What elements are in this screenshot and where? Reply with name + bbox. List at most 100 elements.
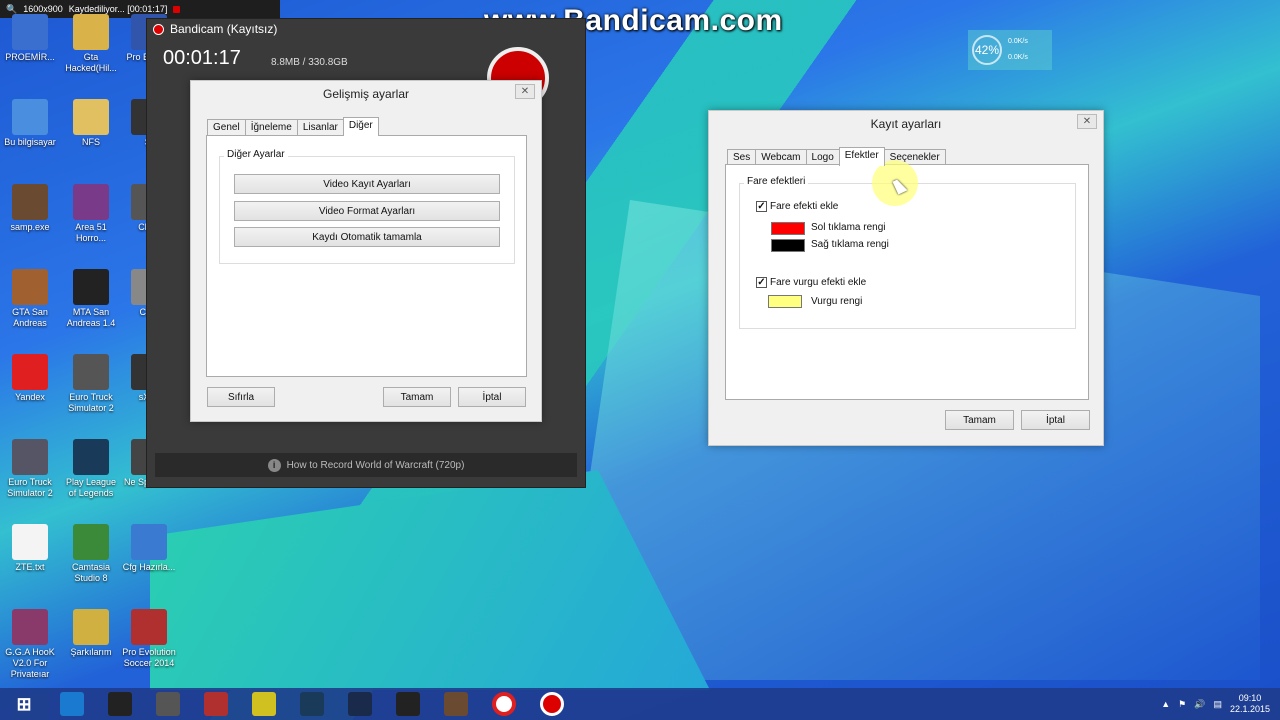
folder-icon: [73, 14, 109, 50]
taskbar-button[interactable]: [336, 688, 384, 720]
desktop-icon[interactable]: samp.exe: [1, 184, 59, 233]
clock[interactable]: 09:10 22.1.2015: [1230, 693, 1270, 715]
taskbar-button[interactable]: [384, 688, 432, 720]
group-label: Fare efektleri: [744, 176, 809, 187]
desktop-icon[interactable]: GTA San Andreas: [1, 269, 59, 329]
gta-icon: [12, 269, 48, 305]
desktop-icon[interactable]: Yandex: [1, 354, 59, 403]
winrar-icon: [12, 609, 48, 645]
gta-icon: [444, 692, 468, 716]
pes-icon: [131, 609, 167, 645]
desktop-icon-label: Yandex: [15, 392, 45, 402]
taskbar-button[interactable]: [528, 688, 576, 720]
xampp-icon: [252, 692, 276, 716]
ok-button[interactable]: Tamam: [945, 410, 1014, 430]
checkbox-label: Fare vurgu efekti ekle: [770, 277, 867, 288]
mta-icon: [73, 269, 109, 305]
video-record-settings-button[interactable]: Video Kayıt Ayarları: [234, 174, 500, 194]
desktop-icon[interactable]: Play League of Legends: [62, 439, 120, 499]
highlight-label: Vurgu rengi: [811, 296, 863, 307]
winrar-icon: [73, 184, 109, 220]
flag-icon[interactable]: ⚑: [1178, 699, 1186, 710]
ok-button[interactable]: Tamam: [383, 387, 451, 407]
taskbar-button[interactable]: [192, 688, 240, 720]
desktop-icon[interactable]: PROEMİR...: [1, 14, 59, 63]
pes-icon: [204, 692, 228, 716]
camtasia-icon: [73, 524, 109, 560]
desktop-icon[interactable]: Camtasia Studio 8: [62, 524, 120, 584]
highlight-color-swatch[interactable]: [768, 295, 802, 308]
desktop-icon[interactable]: ZTE.txt: [1, 524, 59, 573]
desktop-icon[interactable]: Euro Truck Simulator 2: [62, 354, 120, 414]
resolution-label: 1600x900: [23, 4, 63, 14]
reset-button[interactable]: Sıfırla: [207, 387, 275, 407]
tab-genel[interactable]: Genel: [207, 119, 246, 136]
right-click-color-swatch[interactable]: [771, 239, 805, 252]
taskbar-button[interactable]: [240, 688, 288, 720]
recording-time: 00:01:17: [163, 47, 241, 69]
highlight-effect-checkbox[interactable]: ✓ Fare vurgu efekti ekle: [756, 277, 866, 288]
taskbar-button[interactable]: [432, 688, 480, 720]
cpu-percent: 42%: [972, 35, 1002, 65]
lol-icon: [300, 692, 324, 716]
desktop-icon[interactable]: Gta Hacked(Hil...: [62, 14, 120, 74]
checkbox-box[interactable]: ✓: [756, 277, 767, 288]
desktop-icon[interactable]: Pro Evolution Soccer 2014: [120, 609, 178, 669]
tab-efektler[interactable]: Efektler: [838, 147, 885, 166]
yandex-icon: [492, 692, 516, 716]
tab-lisanlar[interactable]: Lisanlar: [296, 119, 344, 136]
network-icon[interactable]: ▤: [1213, 699, 1222, 710]
desktop-icon[interactable]: Euro Truck Simulator 2: [1, 439, 59, 499]
desktop-icon-label: Şarkılarım: [70, 647, 112, 657]
mouse-effect-checkbox[interactable]: ✓ Fare efekti ekle: [756, 201, 838, 212]
checkbox-label: Fare efekti ekle: [770, 201, 839, 212]
close-button[interactable]: ✕: [1077, 114, 1097, 129]
truck-icon: [156, 692, 180, 716]
mta-icon: [396, 692, 420, 716]
taskbar-button[interactable]: [144, 688, 192, 720]
date: 22.1.2015: [1229, 704, 1270, 714]
speaker-icon[interactable]: 🔊: [1194, 699, 1205, 710]
desktop-icon-label: Area 51 Horro...: [75, 222, 107, 243]
auto-complete-button[interactable]: Kaydı Otomatik tamamla: [234, 227, 500, 247]
close-button[interactable]: ✕: [515, 84, 535, 99]
desktop-icon[interactable]: NFS: [62, 99, 120, 148]
stop-icon[interactable]: [173, 5, 181, 13]
up-arrow-icon[interactable]: ▲: [1161, 699, 1170, 709]
left-click-label: Sol tıklama rengi: [811, 222, 886, 233]
right-click-label: Sağ tıklama rengi: [811, 239, 889, 250]
desktop-icon[interactable]: Şarkılarım: [62, 609, 120, 658]
taskbar-button[interactable]: [48, 688, 96, 720]
cancel-button[interactable]: İptal: [1021, 410, 1090, 430]
desktop-icon-label: Euro Truck Simulator 2: [7, 477, 53, 498]
cancel-button[interactable]: İptal: [458, 387, 526, 407]
truck-icon: [12, 439, 48, 475]
left-click-color-swatch[interactable]: [771, 222, 805, 235]
desktop-icon[interactable]: Cfg Hazırla...: [120, 524, 178, 573]
video-format-settings-button[interactable]: Video Format Ayarları: [234, 201, 500, 221]
desktop-icon[interactable]: Bu bilgisayar: [1, 99, 59, 148]
tab-igneleme[interactable]: İğneleme: [244, 119, 298, 136]
desktop-icon[interactable]: MTA San Andreas 1.4: [62, 269, 120, 329]
desktop-icon-label: PROEMİR...: [5, 52, 55, 62]
taskbar-button[interactable]: [96, 688, 144, 720]
desktop-icon-label: Play League of Legends: [65, 477, 117, 498]
desktop-icon-label: Gta Hacked(Hil...: [65, 52, 117, 73]
bandicam-footer-link[interactable]: i How to Record World of Warcraft (720p): [155, 453, 577, 477]
folder-icon: [12, 14, 48, 50]
taskbar-button[interactable]: [288, 688, 336, 720]
tab-diger[interactable]: Diğer: [342, 117, 379, 136]
bandicam-icon: [540, 692, 564, 716]
desktop-icon[interactable]: G.G.A HooK V2.0 For Privateıar: [1, 609, 59, 680]
checkbox-box[interactable]: ✓: [756, 201, 767, 212]
samp-icon: [12, 184, 48, 220]
desktop-icon[interactable]: Area 51 Horro...: [62, 184, 120, 244]
desktop-icon-label: Bu bilgisayar: [4, 137, 56, 147]
desktop-icon-label: Cfg Hazırla...: [122, 562, 176, 572]
cpu-widget: 42% 0.0K/s 0.0K/s: [968, 30, 1052, 70]
taskbar-button[interactable]: [480, 688, 528, 720]
taskbar: ⊞ ▲ ⚑ 🔊 ▤ 09:10 22.1.2015: [0, 688, 1280, 720]
taskbar-button[interactable]: ⊞: [0, 688, 48, 720]
file-size: 8.8MB / 330.8GB: [271, 57, 348, 68]
zoom-icon: 🔍: [6, 3, 18, 14]
